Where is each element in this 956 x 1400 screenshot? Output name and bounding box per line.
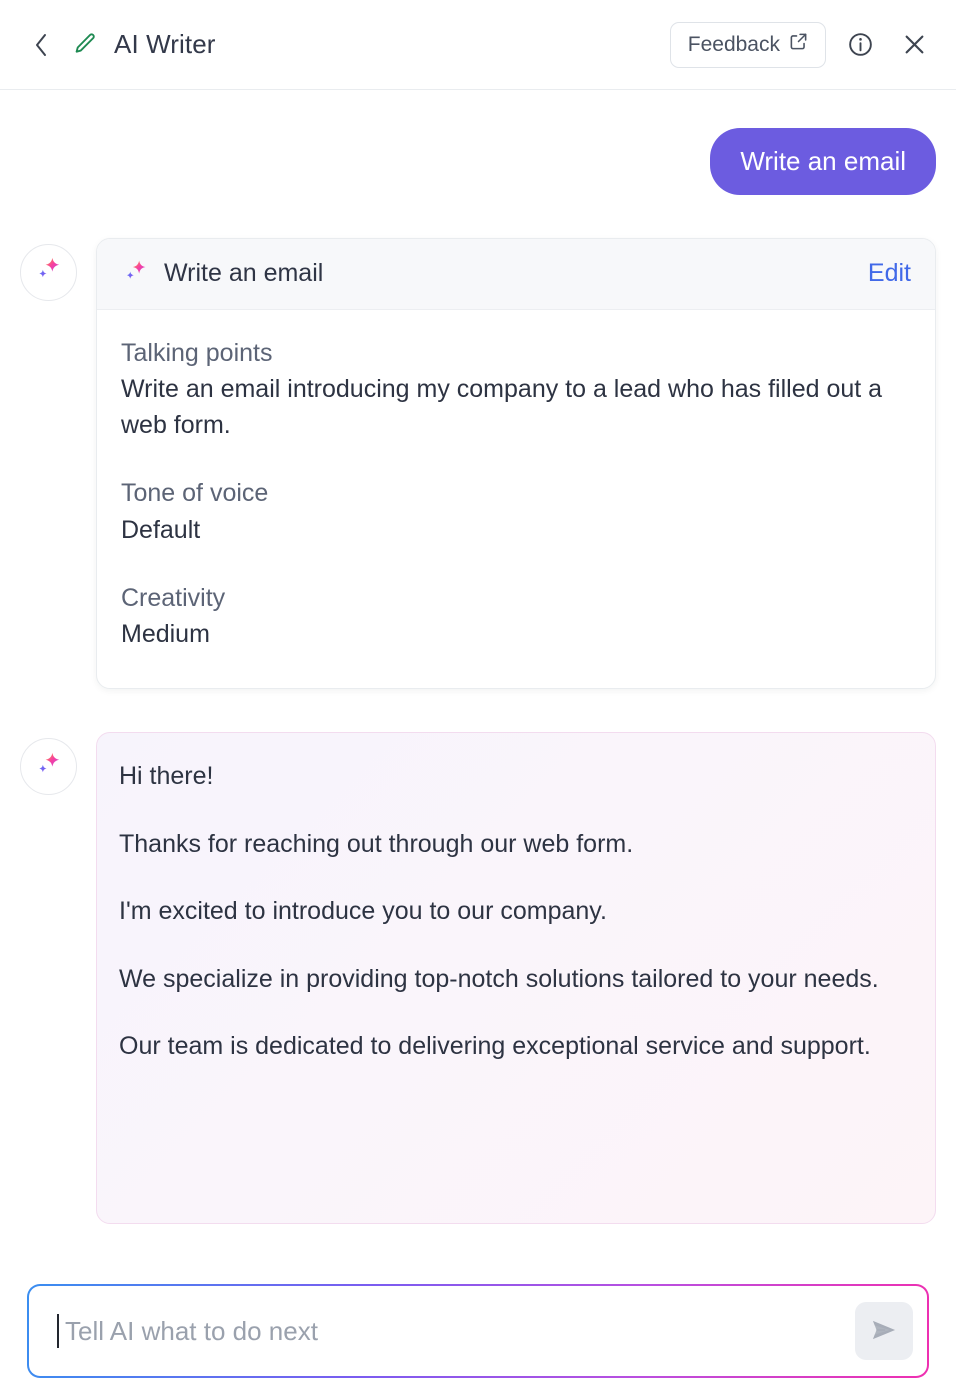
feedback-button-label: Feedback — [687, 32, 780, 56]
chevron-left-icon[interactable] — [28, 30, 54, 60]
send-button[interactable] — [855, 1302, 913, 1360]
prompt-card-body: Talking points Write an email introducin… — [97, 310, 935, 689]
feedback-button[interactable]: Feedback — [669, 21, 826, 68]
answer-paragraph: Thanks for reaching out through our web … — [119, 829, 634, 858]
text-caret — [57, 1314, 59, 1348]
field-value: Write an email introducing my company to… — [121, 374, 883, 439]
composer-input[interactable] — [65, 1315, 843, 1347]
prompt-summary-card: Write an email Edit Talking points Write… — [96, 237, 936, 690]
close-icon[interactable] — [894, 25, 934, 65]
conversation-area: Write an email Write an email Edit Talki… — [0, 90, 956, 1400]
answer-paragraph: Hi there! — [119, 762, 214, 791]
ai-sparkle-icon — [121, 257, 150, 291]
panel-header: AI Writer Feedback — [0, 0, 956, 90]
field-tone-of-voice: Tone of voice Default — [121, 475, 911, 548]
composer-gradient-frame — [27, 1284, 929, 1378]
ai-sparkle-icon — [33, 254, 64, 290]
field-label: Creativity — [121, 583, 226, 612]
avatar — [20, 243, 77, 301]
field-creativity: Creativity Medium — [121, 580, 911, 653]
answer-paragraph: Our team is dedicated to delivering exce… — [119, 1032, 871, 1061]
header-left-group: AI Writer — [28, 29, 670, 60]
field-value: Default — [121, 515, 201, 544]
field-talking-points: Talking points Write an email introducin… — [121, 335, 911, 444]
composer-bar — [0, 1268, 956, 1400]
prompt-card-row: Write an email Edit Talking points Write… — [20, 237, 936, 690]
edit-link[interactable]: Edit — [868, 259, 911, 288]
header-right-group: Feedback — [669, 21, 934, 68]
field-label: Talking points — [121, 338, 273, 367]
avatar — [20, 738, 77, 796]
ai-answer-row: Hi there! Thanks for reaching out throug… — [20, 732, 936, 1225]
answer-paragraph: We specialize in providing top-notch sol… — [119, 964, 879, 993]
page-title: AI Writer — [114, 29, 216, 59]
ai-writer-panel: AI Writer Feedback Write an email Write … — [0, 0, 956, 1400]
send-paper-plane-icon — [870, 1316, 898, 1347]
external-link-icon — [789, 32, 808, 57]
field-label: Tone of voice — [121, 479, 269, 508]
pencil-icon — [70, 30, 98, 60]
prompt-card-header: Write an email Edit — [97, 238, 935, 310]
user-message-row: Write an email — [20, 90, 936, 195]
ai-sparkle-icon — [33, 749, 64, 785]
field-value: Medium — [121, 620, 210, 648]
user-message-bubble[interactable]: Write an email — [710, 128, 936, 195]
ai-answer-bubble: Hi there! Thanks for reaching out throug… — [96, 732, 936, 1225]
answer-paragraph: I'm excited to introduce you to our comp… — [119, 897, 607, 926]
prompt-card-title: Write an email — [164, 259, 324, 287]
composer-inner — [29, 1286, 927, 1376]
info-circle-icon[interactable] — [840, 25, 880, 65]
